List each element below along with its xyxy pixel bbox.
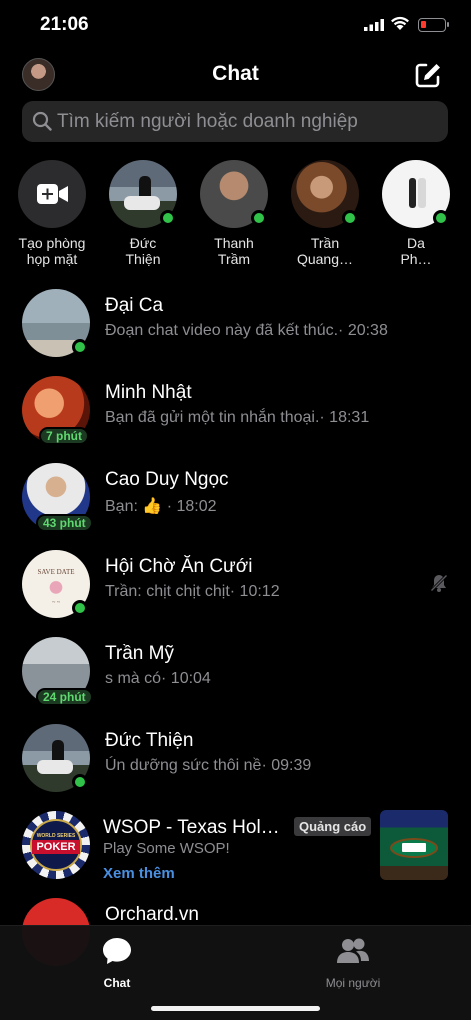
wifi-icon [391,16,409,30]
story-label-line2: Trầm [217,251,251,267]
online-indicator [72,600,88,616]
tab-chat[interactable]: Chat [57,936,177,990]
chat-row[interactable]: 24 phút Trần Mỹ s mà có· 10:04 [0,629,471,713]
chat-preview-time: · 18:02 [162,498,217,515]
story-label-line2: Quang… [296,251,354,267]
story-duc-thien[interactable]: Đức Thiện [97,160,189,267]
cellular-signal-icon [364,19,384,31]
chat-preview: Play Some WSOP! [103,840,230,857]
story-label-line1: Đức [129,235,157,251]
people-icon [337,938,369,963]
chat-name: Orchard.vn [105,904,199,925]
chat-bubble-icon [103,938,131,964]
chat-row[interactable]: 7 phút Minh Nhật Bạn đã gửi một tin nhắn… [0,368,471,452]
video-camera-plus-icon [37,184,68,204]
online-indicator [342,210,358,226]
search-icon [32,111,52,131]
search-bar[interactable] [22,101,448,142]
sponsored-badge: Quảng cáo [294,817,372,836]
story-thanh-tram[interactable]: Thanh Trầm [188,160,280,267]
battery-icon [418,18,449,32]
chat-preview: Trần: chịt chịt chịt· 10:12 [105,583,280,600]
story-label-line1: Thanh [214,235,254,251]
create-room-button[interactable]: Tạo phòng họp mặt [6,160,98,267]
story-avatar [109,160,177,228]
active-time-badge: 7 phút [39,427,89,445]
online-indicator [72,774,88,790]
chat-name: Trần Mỹ [105,643,174,664]
wsop-logo: WORLD SERIES POKER [22,811,90,879]
status-time: 21:06 [40,14,89,35]
story-avatar [200,160,268,228]
thumbs-up-emoji: 👍 [142,498,163,515]
svg-text:SAVE DATE: SAVE DATE [37,568,74,576]
svg-text:~ ~: ~ ~ [52,600,61,606]
active-time-badge: 24 phút [36,688,93,706]
wsop-logo-top: WORLD SERIES [36,833,76,839]
chat-preview: Ún dưỡng sức thôi nề· 09:39 [105,757,312,774]
story-label-line1: Trần [310,235,340,251]
chat-row[interactable]: 43 phút Cao Duy Ngọc Bạn: 👍 · 18:02 [0,455,471,539]
chat-name: Đức Thiện [105,730,194,751]
wsop-logo-main: POKER [32,840,80,854]
chat-preview: Đoạn chat video này đã kết thúc.· 20:38 [105,322,388,339]
chat-row[interactable]: Đức Thiện Ún dưỡng sức thôi nề· 09:39 [0,716,471,800]
status-bar: 21:06 [0,0,471,50]
tab-people[interactable]: Mọi người [293,936,413,990]
story-label-line2: Ph… [400,251,432,267]
story-tran-quang[interactable]: Trần Quang… [279,160,371,267]
story-label-line1: Da [407,235,425,251]
tab-label: Chat [103,976,131,990]
chat-preview: Bạn đã gửi một tin nhắn thoại.· 18:31 [105,409,370,426]
chat-row[interactable]: SAVE DATE ~ ~ Hội Chờ Ăn Cưới Trần: chịt… [0,542,471,626]
story-avatar [382,160,450,228]
compose-icon[interactable] [414,61,442,89]
chat-name: Hội Chờ Ăn Cưới [105,556,253,577]
chat-preview-prefix: Bạn: [105,498,143,515]
chat-name: Minh Nhật [105,382,192,403]
online-indicator [251,210,267,226]
chat-name: Cao Duy Ngọc [105,469,229,490]
story-avatar [291,160,359,228]
chat-preview: s mà có· 10:04 [105,670,211,687]
muted-bell-icon [429,573,449,593]
active-time-badge: 43 phút [36,514,93,532]
search-input[interactable] [57,101,437,142]
online-indicator [160,210,176,226]
chat-preview: Bạn: 👍 · 18:02 [105,496,217,516]
story-label-line2: họp mặt [26,251,78,267]
story-da-ph[interactable]: Da Ph… [370,160,462,267]
story-label-line2: Thiện [125,251,161,267]
see-more-link[interactable]: Xem thêm [103,865,175,882]
tab-label: Mọi người [325,976,381,990]
header: Chat [0,55,471,97]
ad-thumbnail[interactable] [380,810,448,880]
online-indicator [433,210,449,226]
home-indicator [151,1006,320,1011]
page-title: Chat [212,62,259,85]
chat-row[interactable]: Đại Ca Đoạn chat video này đã kết thúc.·… [0,281,471,365]
sponsored-row[interactable]: WORLD SERIES POKER WSOP - Texas Hol… Quả… [0,803,471,887]
online-indicator [72,339,88,355]
story-label-line1: Tạo phòng [18,235,86,251]
chat-name: Đại Ca [105,295,164,316]
chat-name: WSOP - Texas Hol… [103,817,280,838]
